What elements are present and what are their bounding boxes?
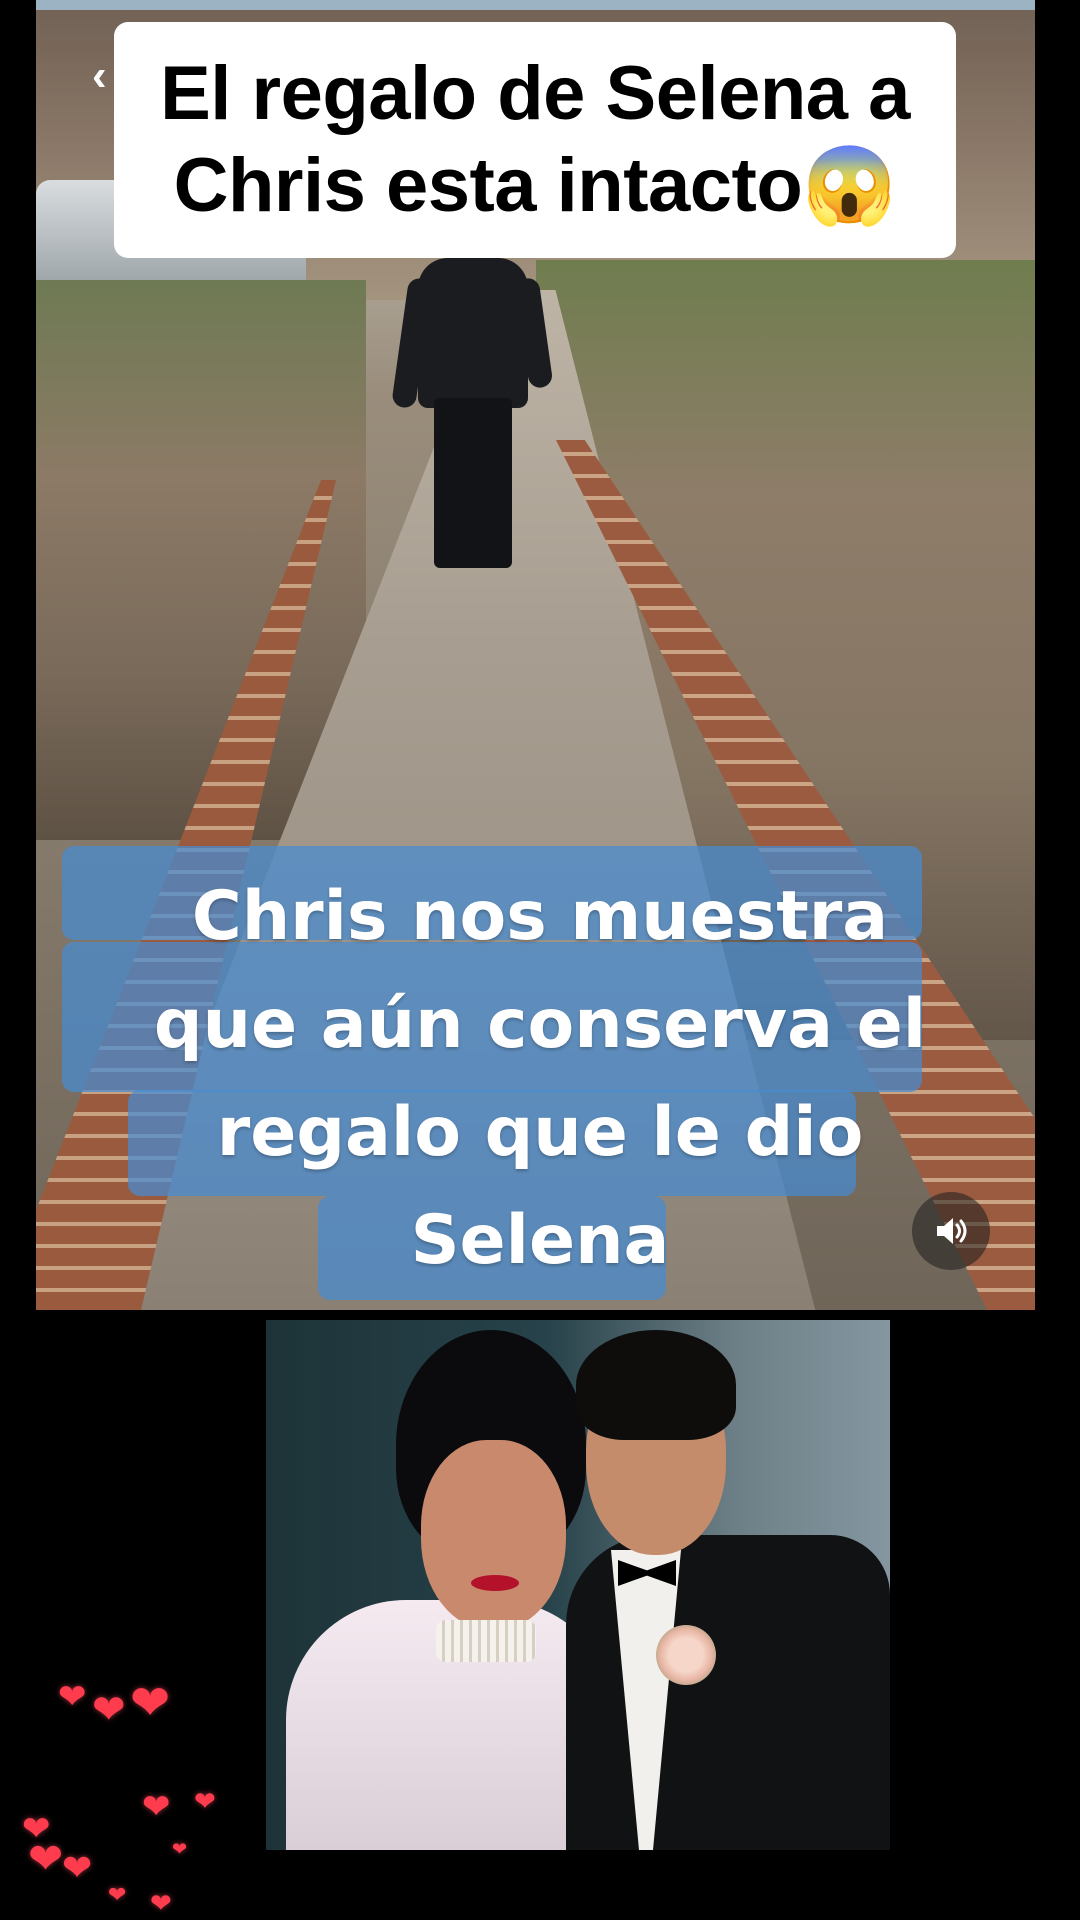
heart-icon: ❤	[28, 1835, 64, 1882]
heart-icon: ❤	[194, 1786, 216, 1816]
heart-icon: ❤	[150, 1888, 172, 1918]
video-player[interactable]: ‹ El regalo de Selena a Chris esta intac…	[0, 0, 1080, 1920]
heart-icon: ❤	[172, 1839, 188, 1859]
heart-icon: ❤	[108, 1882, 127, 1907]
title-line-1: El regalo de Selena a	[160, 51, 910, 136]
subtitle-line-2: que aún conserva el	[153, 985, 927, 1064]
couple-photo	[266, 1320, 890, 1850]
heart-icon: ❤	[58, 1678, 87, 1716]
speaker-icon	[937, 1218, 967, 1244]
heart-icon: ❤	[130, 1677, 171, 1730]
title-line-2: Chris esta intacto😱	[173, 143, 897, 228]
heart-icon: ❤	[62, 1847, 93, 1888]
subtitle-line-1: Chris nos muestra	[191, 877, 889, 956]
walking-person	[391, 258, 554, 588]
heart-icon: ❤	[92, 1688, 126, 1732]
subtitle-line-3: regalo que le dio	[216, 1093, 864, 1172]
title-caption: El regalo de Selena a Chris esta intacto…	[114, 22, 956, 258]
heart-icon: ❤	[142, 1788, 171, 1826]
sound-toggle-button[interactable]	[912, 1192, 990, 1270]
